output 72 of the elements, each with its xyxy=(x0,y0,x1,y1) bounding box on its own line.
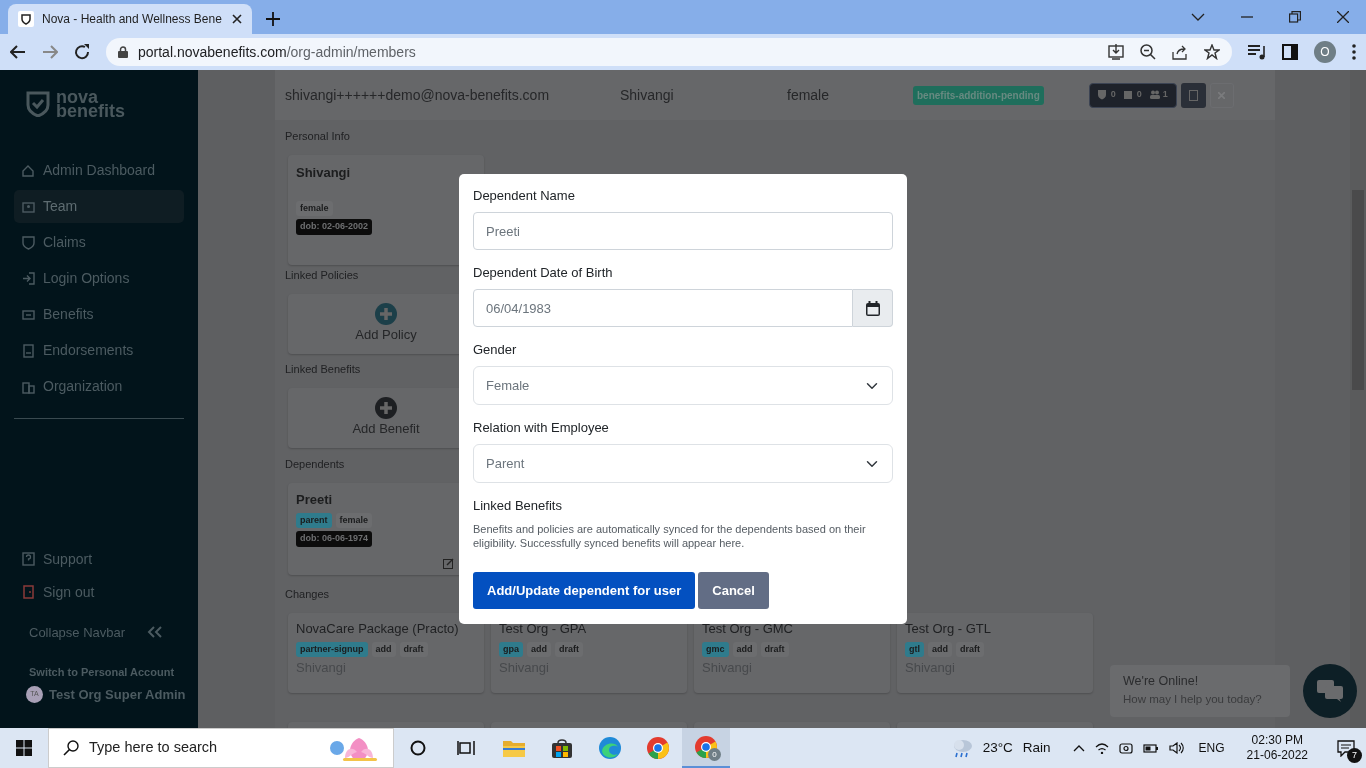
url-text: portal.novabenefits.com/org-admin/members xyxy=(138,42,416,62)
counts-button[interactable]: 0 0 1 xyxy=(1088,82,1177,108)
tag: parent xyxy=(296,512,332,528)
change-title: NovaCare Package (Practo) xyxy=(296,620,460,638)
logo-text: nova xyxy=(56,90,98,104)
tag: dob: 02-06-2002 xyxy=(296,219,373,235)
tag: female xyxy=(335,512,373,528)
change-title: Test Org - GPA xyxy=(499,620,588,638)
chat-title: We're Online! xyxy=(1123,673,1200,690)
tag: draft xyxy=(555,641,584,657)
tag: draft xyxy=(956,641,984,657)
tag: draft xyxy=(760,641,789,657)
language-indicator[interactable]: ENG xyxy=(1198,739,1225,757)
sidebar-item[interactable]: Admin Dashboard xyxy=(14,154,184,187)
weather-text: Rain xyxy=(1022,738,1051,757)
collapse-navbar-button[interactable]: Collapse Navbar xyxy=(14,622,184,642)
name-field[interactable]: Preeti xyxy=(473,212,893,250)
member-email: shivangi++++++demo@nova-benefits.com xyxy=(285,85,551,105)
tag: add xyxy=(527,641,552,657)
member-name: Shivangi xyxy=(620,85,675,105)
profile-badge: 0 xyxy=(708,748,721,761)
browser-tab[interactable]: Nova - Health and Wellness Bene xyxy=(8,4,252,34)
sidebar-item[interactable]: Organization xyxy=(14,370,184,403)
tag: gmc xyxy=(702,641,729,657)
section-heading: Linked Policies xyxy=(285,269,359,282)
field-label: Dependent Date of Birth xyxy=(473,265,614,281)
chrome-button[interactable]: 0 xyxy=(682,728,730,768)
tab-title: Nova - Health and Wellness Bene xyxy=(42,11,223,28)
sidebar-item[interactable]: Login Options xyxy=(14,262,184,295)
user-name: Test Org Super Admin xyxy=(49,685,186,704)
notification-count: 7 xyxy=(1347,748,1362,763)
change-title: Test Org - GTL xyxy=(905,620,992,638)
tag: gpa xyxy=(499,641,523,657)
tag: dob: 06-06-1974 xyxy=(296,531,373,547)
sidebar-item[interactable]: Benefits xyxy=(14,298,184,331)
sidebar-item[interactable]: Endorsements xyxy=(14,334,184,367)
logo-text: benefits xyxy=(56,104,125,118)
tag: add xyxy=(928,641,952,657)
profile-avatar[interactable]: O xyxy=(1314,41,1336,63)
tag: partner-signup xyxy=(296,641,368,657)
submit-button[interactable]: Add/Update dependent for user xyxy=(473,572,696,609)
address-bar[interactable]: portal.novabenefits.com/org-admin/members xyxy=(106,38,1232,66)
cancel-button[interactable]: Cancel xyxy=(698,572,769,609)
tag: gtl xyxy=(905,641,924,657)
section-heading: Linked Benefits xyxy=(473,498,563,514)
clock[interactable]: 02:30 PM 21-06-2022 xyxy=(1246,733,1308,763)
section-heading: Linked Benefits xyxy=(285,363,361,376)
sidebar-item[interactable]: Claims xyxy=(14,226,184,259)
field-label: Dependent Name xyxy=(473,188,576,204)
temperature-text: 23°C xyxy=(982,738,1013,757)
section-heading: Changes xyxy=(285,588,330,601)
info-text: Benefits and policies are automatically synced for the dependents based on their eligibility. Successfully synced benefits will appear here. xyxy=(473,522,867,550)
status-badge: benefits-addition-pending xyxy=(913,85,1044,105)
taskbar-search-field[interactable]: Type here to search xyxy=(48,728,394,768)
dependent-name: Preeti xyxy=(296,491,334,509)
select-field[interactable]: Female xyxy=(473,366,893,405)
change-title: Test Org - GMC xyxy=(702,620,794,638)
tag: add xyxy=(732,641,757,657)
tag: draft xyxy=(399,641,428,657)
tag: add xyxy=(371,641,396,657)
select-field[interactable]: Parent xyxy=(473,444,893,483)
sidebar-item[interactable]: Sign out xyxy=(14,575,184,609)
date-field[interactable]: 06/04/1983 xyxy=(473,289,853,327)
section-heading: Personal Info xyxy=(285,130,350,143)
tag: female xyxy=(296,200,333,216)
person-name: Shivangi xyxy=(296,164,352,182)
section-heading: Dependents xyxy=(285,458,345,471)
sidebar-item[interactable]: Support xyxy=(14,542,184,576)
notification-button[interactable]: 7 xyxy=(1326,728,1366,768)
member-gender: female xyxy=(787,85,831,105)
sidebar-item[interactable]: Team xyxy=(14,190,184,223)
switch-account-link[interactable]: Switch to Personal Account xyxy=(14,664,184,681)
